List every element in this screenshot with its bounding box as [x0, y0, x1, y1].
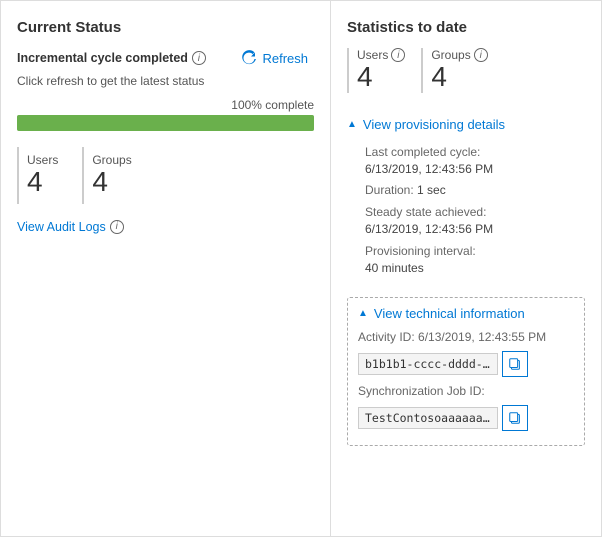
refresh-icon [241, 50, 257, 66]
activity-id-row: Activity ID: 6/13/2019, 12:43:55 PM [358, 329, 574, 346]
tech-chevron-up-icon: ▲ [358, 308, 368, 319]
incremental-label: Incremental cycle completed i [17, 51, 206, 65]
progress-container: 100% complete [17, 98, 314, 131]
left-users-label: Users [27, 153, 58, 167]
duration-row: Duration: 1 sec [365, 182, 585, 199]
last-completed-row: Last completed cycle: 6/13/2019, 12:43:5… [365, 144, 585, 178]
copy-icon [508, 357, 522, 371]
left-groups-value: 4 [92, 167, 108, 198]
interval-label: Provisioning interval: [365, 244, 476, 258]
activity-id-field: b1b1b1-cccc-dddd-e... [358, 353, 498, 375]
interval-value: 40 minutes [365, 261, 424, 275]
steady-state-value: 6/13/2019, 12:43:56 PM [365, 222, 493, 236]
incremental-info-icon[interactable]: i [192, 51, 206, 65]
right-groups-stat: Groups i 4 [421, 48, 487, 93]
provisioning-section-content: Last completed cycle: 6/13/2019, 12:43:5… [347, 138, 585, 288]
provisioning-section-header[interactable]: ▲ View provisioning details [347, 111, 585, 138]
progress-bar-background [17, 115, 314, 131]
left-groups-label: Groups [92, 153, 131, 167]
right-panel: Statistics to date Users i 4 Groups i 4 … [331, 1, 601, 536]
duration-value: 1 sec [417, 183, 446, 197]
provisioning-section: ▲ View provisioning details Last complet… [347, 111, 585, 288]
left-groups-stat: Groups 4 [82, 147, 147, 204]
refresh-button[interactable]: Refresh [235, 46, 314, 70]
left-users-stat: Users 4 [17, 147, 74, 204]
left-panel-title: Current Status [17, 19, 314, 36]
right-users-info-icon[interactable]: i [391, 48, 405, 62]
steady-state-row: Steady state achieved: 6/13/2019, 12:43:… [365, 204, 585, 238]
activity-id-copy-row: b1b1b1-cccc-dddd-e... [358, 351, 574, 377]
click-refresh-text: Click refresh to get the latest status [17, 74, 314, 88]
right-groups-value: 4 [431, 62, 447, 93]
progress-bar-fill [17, 115, 314, 131]
sync-job-copy-row: TestContosoaaaaaaaaa.a... [358, 405, 574, 431]
tech-section: ▲ View technical information Activity ID… [347, 297, 585, 446]
sync-job-copy-button[interactable] [502, 405, 528, 431]
activity-id-copy-button[interactable] [502, 351, 528, 377]
sync-job-label-row: Synchronization Job ID: [358, 383, 574, 400]
right-panel-title: Statistics to date [347, 19, 585, 36]
right-groups-label: Groups i [431, 48, 487, 62]
audit-info-icon[interactable]: i [110, 220, 124, 234]
view-audit-logs-link[interactable]: View Audit Logs i [17, 220, 314, 234]
steady-state-label: Steady state achieved: [365, 205, 486, 219]
left-panel: Current Status Incremental cycle complet… [1, 1, 331, 536]
right-users-stat: Users i 4 [347, 48, 405, 93]
tech-section-header[interactable]: ▲ View technical information [358, 306, 574, 321]
last-completed-label: Last completed cycle: [365, 145, 480, 159]
last-completed-value: 6/13/2019, 12:43:56 PM [365, 162, 493, 176]
left-stats-row: Users 4 Groups 4 [17, 147, 314, 204]
interval-row: Provisioning interval: 40 minutes [365, 243, 585, 277]
right-users-label: Users i [357, 48, 405, 62]
right-groups-info-icon[interactable]: i [474, 48, 488, 62]
left-users-value: 4 [27, 167, 43, 198]
chevron-up-icon: ▲ [347, 119, 357, 130]
sync-job-field: TestContosoaaaaaaaaa.a... [358, 407, 498, 429]
right-stats-row: Users i 4 Groups i 4 [347, 48, 585, 93]
progress-label: 100% complete [17, 98, 314, 112]
right-users-value: 4 [357, 62, 373, 93]
activity-id-label: Activity ID: 6/13/2019, 12:43:55 PM [358, 330, 546, 344]
copy-icon-2 [508, 411, 522, 425]
sync-job-label: Synchronization Job ID: [358, 384, 485, 398]
duration-label: Duration: [365, 183, 414, 197]
